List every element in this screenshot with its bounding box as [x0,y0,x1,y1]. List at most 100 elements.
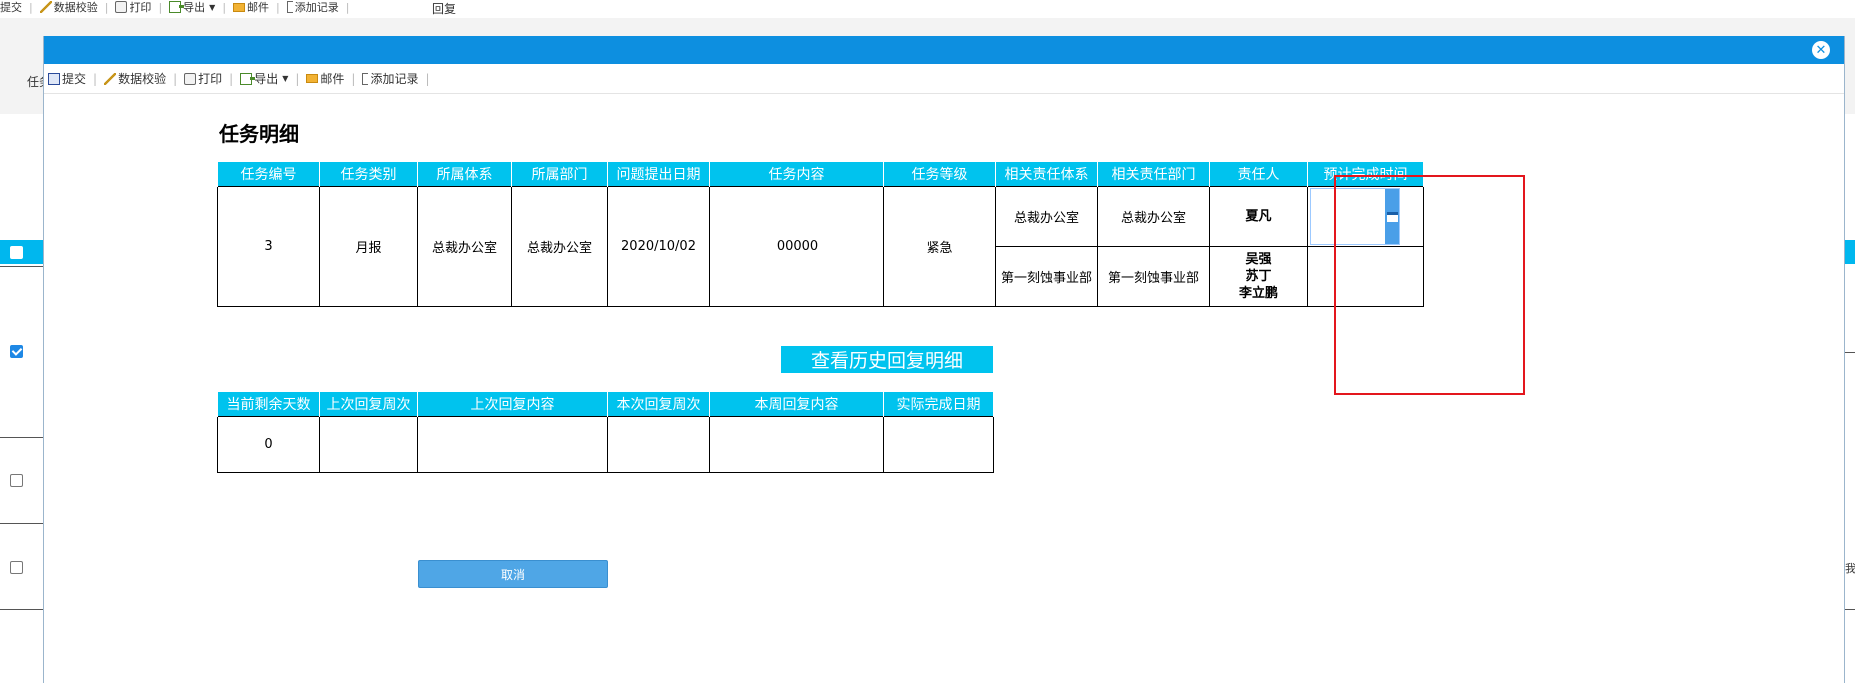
column-header: 上次回复周次 [319,391,418,417]
wand-icon [104,72,117,85]
system-cell: 总裁办公室 [417,186,512,307]
table-row: 3 月报 总裁办公室 总裁办公室 2020/10/02 00000 紧急 总裁办… [217,186,1424,307]
add-record-label: 添加记录 [370,72,419,86]
export-button[interactable]: 导出 ▼ [240,70,288,87]
person-name: 吴强 [1245,252,1272,267]
validate-label: 数据校验 [118,72,167,86]
person-name: 夏凡 [1245,209,1272,224]
bg-validate-label: 数据校验 [53,1,98,14]
responsible-person-cell: 吴强 苏丁 李立鹏 [1209,246,1308,307]
column-header: 任务等级 [883,161,996,187]
column-header: 问题提出日期 [607,161,710,187]
column-header: 所属体系 [417,161,512,187]
bg-add-record-button[interactable]: 添加记录 [286,0,339,15]
bg-edge-text: 我 [1845,562,1855,575]
resp-department-cell: 第一刻蚀事业部 [1097,246,1210,307]
caret-down-icon: ▼ [209,2,216,12]
bg-export-label: 导出 [183,1,206,14]
page-title: 任务明细 [219,122,299,146]
column-header: 相关责任部门 [1097,161,1210,187]
task-number-cell: 3 [217,186,320,307]
column-header: 任务内容 [709,161,884,187]
add-record-button[interactable]: 添加记录 [362,70,418,87]
bg-print-label: 打印 [129,1,152,14]
column-header: 责任人 [1209,161,1308,187]
dialog-toolbar: 提交 | 数据校验 | 打印 | 导出 ▼ | 邮件 | 添加记录 | [44,64,1844,94]
printer-icon [115,1,128,13]
bg-submit-button[interactable]: 提交 [0,0,22,15]
wand-icon [39,1,52,13]
bg-row-checkbox[interactable] [10,561,23,574]
bg-print-button[interactable]: 打印 [115,0,151,15]
column-header: 相关责任体系 [995,161,1098,187]
column-header: 所属部门 [511,161,608,187]
background-toolbar: 提交 | 数据校验 | 打印 | 导出 ▼ | 邮件 | 添加记录 | [0,0,350,15]
bg-validate-button[interactable]: 数据校验 [39,0,98,15]
caret-down-icon: ▼ [282,74,289,83]
reply-table: 当前剩余天数 上次回复周次 上次回复内容 本次回复周次 本周回复内容 实际完成日… [217,391,994,473]
close-icon[interactable]: ✕ [1812,41,1830,59]
bg-row-divider [0,437,44,438]
raised-date-cell: 2020/10/02 [607,186,710,307]
highlight-box [1334,175,1525,395]
last-reply-week-cell [319,416,418,473]
person-name: 李立鹏 [1238,286,1278,301]
bg-mail-button[interactable]: 邮件 [233,0,269,15]
responsible-person-cell: 夏凡 [1209,186,1308,247]
column-header: 上次回复内容 [417,391,608,417]
bg-select-all-checkbox[interactable] [10,246,23,259]
submit-button[interactable]: 提交 [48,70,86,87]
this-reply-week-cell[interactable] [607,416,710,473]
cancel-button[interactable]: 取消 [418,560,608,588]
bg-row-checkbox[interactable] [10,345,23,358]
task-table-header-row: 任务编号 任务类别 所属体系 所属部门 问题提出日期 任务内容 任务等级 相关责… [217,161,1424,187]
add-record-icon [286,1,293,13]
export-icon [169,1,185,13]
print-button[interactable]: 打印 [184,70,222,87]
department-cell: 总裁办公室 [511,186,608,307]
mail-label: 邮件 [320,72,345,86]
bg-export-button[interactable]: 导出 ▼ [169,0,215,15]
resp-department-cell: 总裁办公室 [1097,186,1210,247]
remaining-days-cell: 0 [217,416,320,473]
save-icon [48,72,60,85]
column-header: 任务类别 [319,161,418,187]
this-week-reply-content-cell[interactable] [709,416,884,473]
bg-mail-label: 邮件 [247,1,270,14]
column-header: 本周回复内容 [709,391,884,417]
bg-add-record-label: 添加记录 [294,1,339,14]
mail-icon [233,2,246,12]
task-content-cell: 00000 [709,186,884,307]
bg-submit-label: 提交 [0,1,22,14]
view-history-button[interactable]: 查看历史回复明细 [781,346,993,373]
task-detail-dialog: ✕ 提交 | 数据校验 | 打印 | 导出 ▼ | 邮件 | 添加记录 | 任务明… [43,36,1845,683]
print-label: 打印 [198,72,223,86]
export-label: 导出 [254,72,279,86]
bg-row-checkbox[interactable] [10,474,23,487]
last-reply-content-cell [417,416,608,473]
resp-system-cell: 总裁办公室 [995,186,1098,247]
column-header: 实际完成日期 [883,391,994,417]
table-row: 0 [217,416,994,473]
person-name: 苏丁 [1245,269,1272,284]
add-record-icon [362,72,369,85]
validate-button[interactable]: 数据校验 [104,70,166,87]
mail-icon [306,74,319,83]
reply-table-header-row: 当前剩余天数 上次回复周次 上次回复内容 本次回复周次 本周回复内容 实际完成日… [217,391,994,417]
actual-completion-date-cell[interactable] [883,416,994,473]
dialog-titlebar: ✕ [44,36,1844,64]
bg-row-divider [0,266,44,267]
task-category-cell: 月报 [319,186,418,307]
bg-reply-label: 回复 [432,2,457,16]
resp-system-cell: 第一刻蚀事业部 [995,246,1098,307]
bg-row-divider [0,523,44,524]
task-level-cell: 紧急 [883,186,996,307]
bg-row-divider [0,609,44,610]
column-header: 当前剩余天数 [217,391,320,417]
submit-label: 提交 [62,72,87,86]
mail-button[interactable]: 邮件 [306,70,344,87]
task-detail-table: 任务编号 任务类别 所属体系 所属部门 问题提出日期 任务内容 任务等级 相关责… [217,161,1424,307]
column-header: 任务编号 [217,161,320,187]
export-icon [240,72,256,85]
printer-icon [184,72,197,85]
